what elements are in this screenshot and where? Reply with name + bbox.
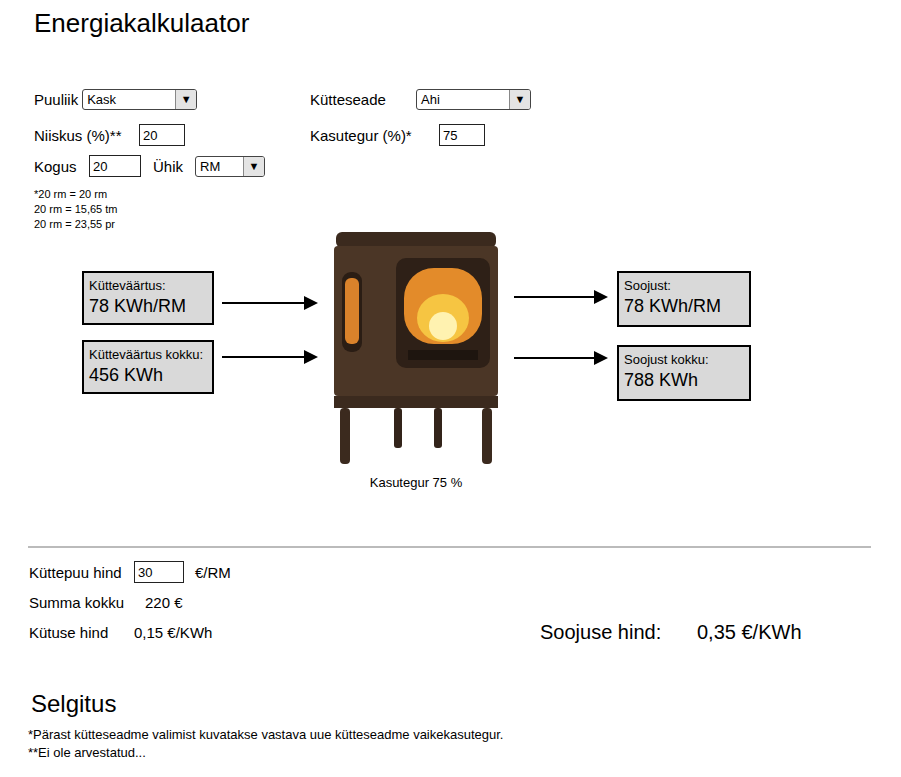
input-value-box: Kütteväärtus kokku:456 KWh xyxy=(82,340,214,394)
quantity-label: Kogus xyxy=(34,158,89,175)
price-section: Küttepuu hind30 €/RM Summa kokku220 € Kütus… xyxy=(0,560,901,644)
output-value-box: Soojust:78 KWh/RM xyxy=(617,271,751,327)
wood-type-label: Puuliik xyxy=(34,91,78,108)
arrow-icon xyxy=(514,290,608,304)
form-row: Niiskus (%)**20 Kasutegur (%)*75 xyxy=(34,124,901,146)
dropdown-arrow-icon[interactable]: ▼ xyxy=(243,157,264,176)
conversion-notes: *20 rm = 20 rm20 rm = 15,65 tm20 rm = 23… xyxy=(34,187,901,232)
dropdown-arrow-icon[interactable]: ▼ xyxy=(175,90,196,109)
conversion-line: 20 rm = 15,65 tm xyxy=(34,202,901,217)
stove-image xyxy=(330,232,502,468)
heat-price-label: Soojuse hind: xyxy=(540,621,697,644)
explanation-note: *Pärast kütteseadme valimist kuvatakse v… xyxy=(0,726,901,744)
unit-label: Ühik xyxy=(153,158,195,175)
explanation-note: **Ei ole arvestatud... xyxy=(0,744,901,762)
fuel-price-value: 0,15 €/KWh xyxy=(134,624,212,641)
device-select[interactable]: Ahi▼ xyxy=(416,89,531,110)
fuel-price-row: Kütuse hind0,15 €/KWh Soojuse hind:0,35 €… xyxy=(29,620,901,644)
form-row: PuuliikKask▼ KütteseadeAhi▼ xyxy=(34,88,901,110)
unit-select[interactable]: RM▼ xyxy=(195,156,265,177)
dropdown-arrow-icon[interactable]: ▼ xyxy=(509,90,530,109)
arrow-icon xyxy=(222,350,318,364)
page-title: Energiakalkulaator xyxy=(0,0,901,38)
price-row: Küttepuu hind30 €/RM xyxy=(29,560,901,584)
divider xyxy=(28,546,871,548)
fuel-price-label: Kütuse hind xyxy=(29,624,134,641)
moisture-input[interactable]: 20 xyxy=(139,124,185,146)
total-value: 220 € xyxy=(145,594,183,611)
efficiency-label: Kasutegur (%)* xyxy=(310,127,439,144)
total-row: Summa kokku220 € xyxy=(29,590,901,614)
moisture-label: Niiskus (%)** xyxy=(34,127,139,144)
arrow-icon xyxy=(514,351,608,365)
efficiency-input[interactable]: 75 xyxy=(439,124,485,146)
energy-calculator: Energiakalkulaator PuuliikKask▼ Kütteseade… xyxy=(0,0,901,777)
heat-price-value: 0,35 €/KWh xyxy=(697,621,802,644)
device-label: Kütteseade xyxy=(310,91,416,108)
calculator-form: PuuliikKask▼KütteseadeAhi▼Niiskus (%)**2… xyxy=(0,88,901,232)
wood-type-select[interactable]: Kask▼ xyxy=(82,89,197,110)
quantity-input[interactable]: 20 xyxy=(89,155,141,177)
total-label: Summa kokku xyxy=(29,594,145,611)
price-label: Küttepuu hind xyxy=(29,564,134,581)
input-value-box: Kütteväärtus:78 KWh/RM xyxy=(82,271,214,325)
price-unit: €/RM xyxy=(195,564,231,581)
price-input[interactable]: 30 xyxy=(134,561,184,583)
arrow-icon xyxy=(222,296,318,310)
conversion-line: 20 rm = 23,55 pr xyxy=(34,217,901,232)
conversion-line: *20 rm = 20 rm xyxy=(34,187,901,202)
energy-diagram: Kütteväärtus:78 KWh/RM Kütteväärtus kokku… xyxy=(0,232,901,492)
stove-caption: Kasutegur 75 % xyxy=(370,475,463,490)
output-value-box: Soojust kokku:788 KWh xyxy=(617,345,751,401)
form-row: Kogus20 ÜhikRM▼ xyxy=(34,155,901,177)
explanation-title: Selgitus xyxy=(31,690,901,718)
